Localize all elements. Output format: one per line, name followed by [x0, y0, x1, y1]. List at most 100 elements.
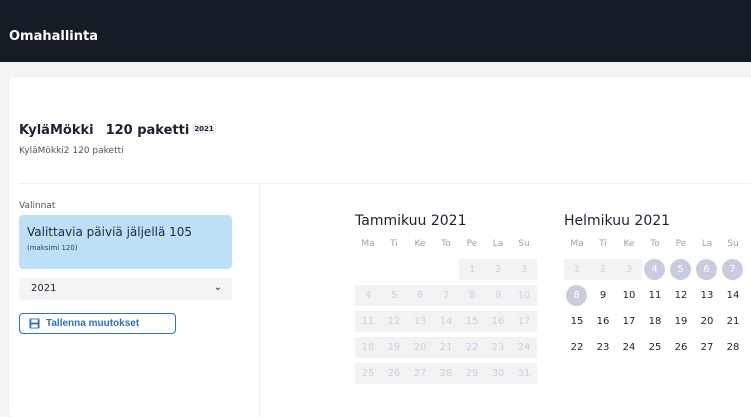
- day-grid: 1 2 3 4 5 6 7 8 9 10 11 12 13 14 15 16 17 18 19 20 21 22 23 24 2…: [355, 259, 539, 389]
- calendar-day: 17: [511, 311, 537, 332]
- package-name: KyläMökki: [19, 123, 94, 138]
- remaining-days-info: Valittavia päiviä jäljellä 105 (maksimi …: [19, 215, 232, 269]
- year-select[interactable]: 2021 ⌄: [19, 278, 232, 300]
- calendar-day: 29: [459, 363, 485, 384]
- calendar-day[interactable]: 28: [720, 337, 746, 358]
- calendar-day[interactable]: 18: [642, 311, 668, 332]
- calendar-day: 9: [485, 285, 511, 306]
- chevron-down-icon: ⌄: [213, 282, 222, 293]
- weekday-label: La: [492, 239, 504, 249]
- calendar-day[interactable]: 9: [590, 285, 616, 306]
- save-changes-label: Tallenna muutokset: [46, 318, 140, 329]
- calendar-day: 8: [566, 285, 587, 306]
- calendar-day: 3: [511, 259, 537, 280]
- calendar-day: 7: [722, 259, 743, 280]
- calendar-day[interactable]: 11: [642, 285, 668, 306]
- package-title: KyläMökki 120 paketti 2021: [19, 123, 216, 138]
- calendar-day[interactable]: 10: [616, 285, 642, 306]
- year-badge: 2021: [192, 124, 216, 134]
- calendar-day[interactable]: 25: [642, 337, 668, 358]
- weekday-label: Ke: [623, 239, 635, 249]
- calendar-day: 18: [355, 337, 381, 358]
- calendar-day: 19: [381, 337, 407, 358]
- calendar-day: 1: [459, 259, 485, 280]
- calendar-day: 11: [355, 311, 381, 332]
- month-february: Helmikuu 2021 Ma Ti Ke To Pe La Su 1 2 3 4 5 6 7 8 9 10…: [564, 213, 748, 413]
- calendar-day: 2: [485, 259, 511, 280]
- weekday-label: To: [441, 239, 451, 249]
- save-changes-button[interactable]: Tallenna muutokset: [19, 313, 176, 334]
- calendar-day: 28: [433, 363, 459, 384]
- calendar-day: 21: [433, 337, 459, 358]
- calendar-day: 24: [511, 337, 537, 358]
- calendar-day: 20: [407, 337, 433, 358]
- calendar-day: 26: [381, 363, 407, 384]
- calendar-day[interactable]: 19: [668, 311, 694, 332]
- calendar-day: 6: [407, 285, 433, 306]
- calendar-day: 15: [459, 311, 485, 332]
- weekday-label: Su: [727, 239, 739, 249]
- calendar-day: 1: [564, 259, 590, 280]
- max-days-text: (maksimi 120): [27, 244, 78, 252]
- section-divider: [19, 183, 751, 184]
- weekday-label: La: [701, 239, 713, 249]
- weekday-label: Su: [518, 239, 530, 249]
- calendar-day: 2: [590, 259, 616, 280]
- calendar-day: 27: [407, 363, 433, 384]
- save-icon: [29, 318, 40, 329]
- calendar-day: 4: [355, 285, 381, 306]
- calendar-day[interactable]: 13: [694, 285, 720, 306]
- weekday-label: Ke: [414, 239, 426, 249]
- weekday-label: To: [650, 239, 660, 249]
- calendar-day[interactable]: 21: [720, 311, 746, 332]
- month-title: Tammikuu 2021: [355, 213, 467, 229]
- calendar-day: 10: [511, 285, 537, 306]
- calendar-day: 8: [459, 285, 485, 306]
- calendar-day[interactable]: 20: [694, 311, 720, 332]
- calendar-day[interactable]: 23: [590, 337, 616, 358]
- day-grid: 1 2 3 4 5 6 7 8 9 10 11 12 13 14 15 16 17 18 19 20 21 22 23 24 2…: [564, 259, 748, 389]
- weekday-label: Ti: [390, 239, 398, 249]
- selections-label: Valinnat: [19, 201, 56, 211]
- calendar-day[interactable]: 26: [668, 337, 694, 358]
- calendar-day[interactable]: 12: [668, 285, 694, 306]
- calendar-day: 4: [644, 259, 665, 280]
- calendar-day[interactable]: 14: [720, 285, 746, 306]
- weekday-label: Pe: [675, 239, 687, 249]
- month-title: Helmikuu 2021: [564, 213, 671, 229]
- weekday-label: Ma: [361, 239, 375, 249]
- calendar-day[interactable]: 24: [616, 337, 642, 358]
- weekday-label: Ma: [570, 239, 584, 249]
- calendar-day[interactable]: 16: [590, 311, 616, 332]
- calendar-day: 25: [355, 363, 381, 384]
- remaining-days-text: Valittavia päiviä jäljellä 105: [27, 225, 193, 239]
- weekday-label: Ti: [599, 239, 607, 249]
- calendar-day: 23: [485, 337, 511, 358]
- app-title[interactable]: Omahallinta: [9, 29, 98, 44]
- calendar-day: 30: [485, 363, 511, 384]
- calendar-day: 3: [616, 259, 642, 280]
- calendar-day: 31: [511, 363, 537, 384]
- calendar-day: 5: [381, 285, 407, 306]
- calendar-day: 14: [433, 311, 459, 332]
- calendar-day: 16: [485, 311, 511, 332]
- calendar-day[interactable]: 22: [564, 337, 590, 358]
- calendar-day[interactable]: 17: [616, 311, 642, 332]
- calendar-day: 5: [670, 259, 691, 280]
- package-subtitle-title: 120 paketti: [105, 123, 190, 138]
- month-january: Tammikuu 2021 Ma Ti Ke To Pe La Su 1 2 3 4 5 6 7 8 9 10…: [355, 213, 539, 413]
- weekday-label: Pe: [466, 239, 478, 249]
- year-select-value: 2021: [31, 283, 57, 294]
- calendar-day: 7: [433, 285, 459, 306]
- calendar-day: 12: [381, 311, 407, 332]
- weekday-header: Ma Ti Ke To Pe La Su: [564, 239, 748, 253]
- main-content: KyläMökki 120 paketti 2021 KyläMökki2 120 …: [0, 62, 751, 417]
- calendar-day[interactable]: 15: [564, 311, 590, 332]
- package-card: KyläMökki 120 paketti 2021 KyläMökki2 120 …: [9, 77, 751, 417]
- column-divider: [259, 185, 260, 417]
- calendar-day: 22: [459, 337, 485, 358]
- calendar-day[interactable]: 27: [694, 337, 720, 358]
- package-subtitle: KyläMökki2 120 paketti: [19, 146, 124, 156]
- weekday-header: Ma Ti Ke To Pe La Su: [355, 239, 539, 253]
- calendar-day: 13: [407, 311, 433, 332]
